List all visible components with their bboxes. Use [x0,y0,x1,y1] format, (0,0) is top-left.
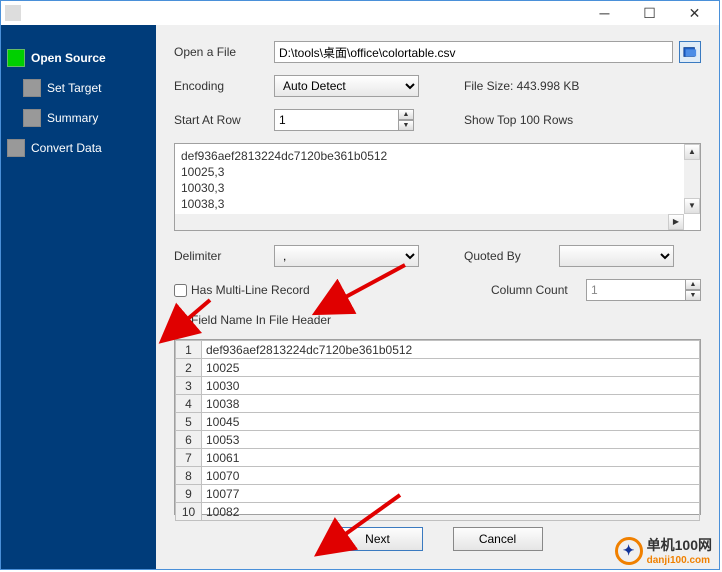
open-file-label: Open a File [174,45,274,59]
start-row-input[interactable] [274,109,399,131]
file-path-input[interactable] [274,41,673,63]
fieldname-checkbox-input[interactable] [174,314,187,327]
table-row: 910077 [176,485,700,503]
wizard-steps-sidebar: Open Source Set Target Summary Convert D… [1,25,156,569]
parsed-table[interactable]: 1def936aef2813224dc7120be361b0512 210025… [174,339,701,515]
folder-open-icon [683,45,697,59]
column-count-stepper[interactable]: ▲ ▼ [586,279,701,301]
table-row: 810070 [176,467,700,485]
step-indicator-icon [23,109,41,127]
horizontal-scrollbar[interactable]: ▶ [175,214,684,230]
table-row: 510045 [176,413,700,431]
browse-file-button[interactable] [679,41,701,63]
watermark-title: 单机100网 [647,535,712,555]
multiline-checkbox-label: Has Multi-Line Record [191,283,310,297]
start-row-label: Start At Row [174,113,274,127]
scroll-up-icon[interactable]: ▲ [684,144,700,160]
step-label: Open Source [31,51,106,65]
quoted-by-label: Quoted By [464,249,559,263]
delimiter-label: Delimiter [174,249,274,263]
preview-line: 10030,3 [181,180,694,196]
step-convert-data[interactable]: Convert Data [1,133,156,163]
step-open-source[interactable]: Open Source [1,43,156,73]
stepper-down-icon[interactable]: ▼ [398,120,414,131]
maximize-button[interactable]: ☐ [627,1,672,25]
watermark-logo-icon: ✦ [615,537,643,565]
step-set-target[interactable]: Set Target [1,73,156,103]
stepper-down-icon[interactable]: ▼ [685,290,701,301]
next-button[interactable]: Next [333,527,423,551]
encoding-label: Encoding [174,79,274,93]
preview-line: def936aef2813224dc7120be361b0512 [181,148,694,164]
minimize-button[interactable]: ─ [582,1,627,25]
file-size-label: File Size: 443.998 KB [424,79,701,93]
preview-line: 10038,3 [181,196,694,212]
fieldname-checkbox-label: Field Name In File Header [191,313,331,327]
raw-preview-box[interactable]: def936aef2813224dc7120be361b0512 10025,3… [174,143,701,231]
step-indicator-icon [7,139,25,157]
column-count-input [586,279,686,301]
start-row-stepper[interactable]: ▲ ▼ [274,109,414,131]
encoding-select[interactable]: Auto Detect [274,75,419,97]
main-panel: Open a File Encoding Auto Detect File Si… [156,25,719,569]
step-label: Convert Data [31,141,102,155]
step-label: Set Target [47,81,101,95]
step-indicator-icon [7,49,25,67]
step-indicator-icon [23,79,41,97]
show-top-label: Show Top 100 Rows [424,113,701,127]
delimiter-select[interactable]: , [274,245,419,267]
stepper-up-icon[interactable]: ▲ [685,279,701,290]
table-row: 310030 [176,377,700,395]
multiline-checkbox[interactable]: Has Multi-Line Record [174,283,310,297]
multiline-checkbox-input[interactable] [174,284,187,297]
preview-line: 10025,3 [181,164,694,180]
close-button[interactable]: ✕ [672,1,717,25]
watermark: ✦ 单机100网 danji100.com [615,535,712,566]
column-count-label: Column Count [491,283,586,297]
watermark-url: danji100.com [647,555,712,566]
titlebar: ─ ☐ ✕ [1,1,719,25]
table-row: 1def936aef2813224dc7120be361b0512 [176,341,700,359]
step-summary[interactable]: Summary [1,103,156,133]
table-row: 210025 [176,359,700,377]
scroll-down-icon[interactable]: ▼ [684,198,700,214]
stepper-up-icon[interactable]: ▲ [398,109,414,120]
app-window: ─ ☐ ✕ Open Source Set Target Summary Con… [0,0,720,570]
table-body: 1def936aef2813224dc7120be361b0512 210025… [176,341,700,521]
fieldname-header-checkbox[interactable]: Field Name In File Header [174,313,331,327]
table-row: 410038 [176,395,700,413]
app-icon [5,5,21,21]
table-row: 710061 [176,449,700,467]
vertical-scrollbar[interactable]: ▲ ▼ [684,144,700,214]
cancel-button[interactable]: Cancel [453,527,543,551]
table-row: 610053 [176,431,700,449]
quoted-by-select[interactable] [559,245,674,267]
step-label: Summary [47,111,98,125]
scroll-right-icon[interactable]: ▶ [668,214,684,230]
